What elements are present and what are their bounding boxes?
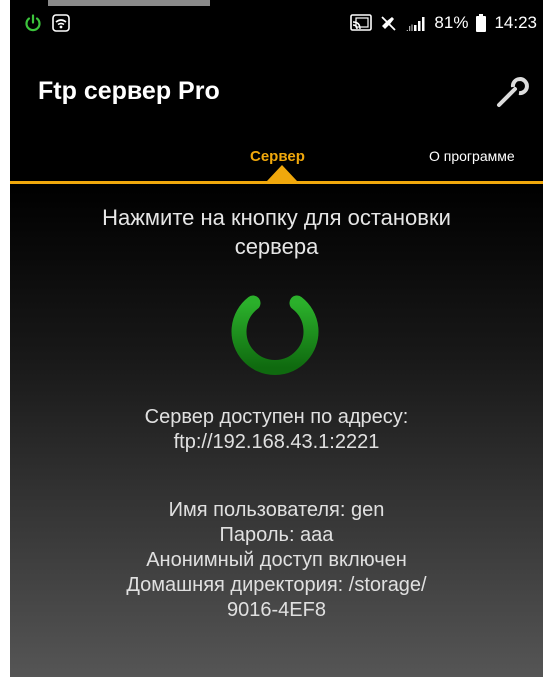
settings-button[interactable]	[491, 73, 531, 113]
wrench-icon	[497, 77, 529, 107]
app-bar: Ftp сервер Pro	[10, 48, 543, 136]
credentials-block: Имя пользователя: gen Пароль: aaa Аноним…	[10, 498, 543, 623]
anonymous-text: Анонимный доступ включен	[146, 549, 407, 571]
svg-text:.ıl: .ıl	[406, 23, 413, 32]
username-text: Имя пользователя: gen	[168, 499, 385, 521]
app-title: Ftp сервер Pro	[38, 77, 220, 105]
power-button[interactable]	[221, 277, 329, 385]
power-icon-large	[231, 281, 319, 375]
address-label: Сервер доступен по адресу:	[144, 406, 409, 428]
tab-bar: Сервер О программе	[10, 136, 543, 184]
prompt-line-1: Нажмите на кнопку для остановки	[102, 205, 451, 230]
device-screen: .ıl 81% 14:23 Ftp сервер Pro Сервер О пр	[10, 0, 543, 677]
tab-about[interactable]: О программе	[429, 148, 515, 164]
address-block: Сервер доступен по адресу: ftp://192.168…	[10, 405, 543, 455]
password-text: Пароль: aaa	[219, 524, 334, 546]
wifi-icon	[52, 14, 70, 32]
server-panel: Нажмите на кнопку для остановки сервера …	[10, 184, 543, 677]
stop-prompt: Нажмите на кнопку для остановки сервера	[30, 203, 523, 261]
ftp-address: ftp://192.168.43.1:2221	[173, 431, 380, 453]
prompt-line-2: сервера	[234, 234, 319, 259]
power-icon	[25, 14, 41, 32]
home-dir-line-2: 9016-4EF8	[227, 599, 326, 621]
clock: 14:23	[494, 13, 537, 32]
mute-icon	[381, 16, 397, 31]
signal-icon: .ıl	[406, 17, 425, 32]
cast-icon	[350, 14, 373, 31]
battery-icon	[476, 14, 487, 32]
home-dir-line-1: Домашняя директория: /storage/	[126, 574, 427, 596]
active-tab-indicator	[267, 165, 297, 181]
tab-server[interactable]: Сервер	[250, 148, 305, 165]
status-bar: .ıl 81% 14:23	[10, 0, 543, 48]
battery-percent: 81%	[434, 13, 469, 32]
